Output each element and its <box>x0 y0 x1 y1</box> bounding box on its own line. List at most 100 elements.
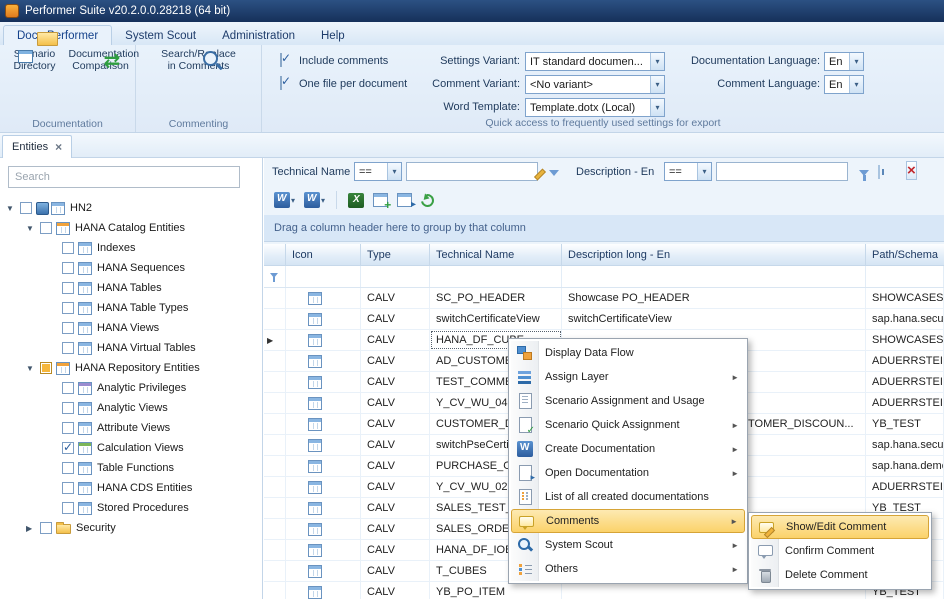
tree-item-hana-sequences[interactable]: HANA Sequences <box>0 258 262 278</box>
menu-item-others[interactable]: Others ► <box>511 557 745 581</box>
word-template-select[interactable]: Template.dotx (Local) ▾ <box>525 98 665 117</box>
menu-item-display-data-flow[interactable]: Display Data Flow <box>511 341 745 365</box>
filter-cell[interactable] <box>286 266 361 287</box>
export-excel-button[interactable] <box>346 191 366 210</box>
table-add-button[interactable] <box>371 191 390 209</box>
header-type[interactable]: Type <box>361 244 430 265</box>
tree-item-hn2[interactable]: ▼ HN2 <box>0 198 262 218</box>
tree-item-calculation-views[interactable]: Calculation Views <box>0 438 262 458</box>
technical-name-operator-select[interactable]: == ▾ <box>354 162 402 181</box>
filter-cell[interactable] <box>562 266 866 287</box>
scenario-directory-button[interactable]: Scenario Directory <box>3 47 67 72</box>
table-row[interactable]: CALV SC_PO_HEADER Showcase PO_HEADER SHO… <box>264 288 944 309</box>
create-documentation-button[interactable]: ▾ <box>272 190 297 210</box>
menu-item-confirm-comment[interactable]: Confirm Comment <box>751 539 929 563</box>
menu-item-scenario-quick-assignment[interactable]: Scenario Quick Assignment ► <box>511 413 745 437</box>
menu-item-scenario-assignment-and-usage[interactable]: Scenario Assignment and Usage <box>511 389 745 413</box>
chevron-down-icon[interactable]: ▾ <box>650 76 664 93</box>
menu-item-show-edit-comment[interactable]: Show/Edit Comment <box>751 515 929 539</box>
checkbox-icon[interactable] <box>62 342 74 354</box>
chevron-down-icon[interactable]: ▾ <box>321 196 325 205</box>
chevron-down-icon[interactable]: ▾ <box>650 99 664 116</box>
header-description-long[interactable]: Description long - En <box>562 244 866 265</box>
tree-item-hana-cds-entities[interactable]: HANA CDS Entities <box>0 478 262 498</box>
checkbox-icon[interactable] <box>62 322 74 334</box>
search-input[interactable] <box>8 166 240 188</box>
tree-item-indexes[interactable]: Indexes <box>0 238 262 258</box>
expander-open-icon[interactable]: ▼ <box>6 204 19 213</box>
tab-docu-performer[interactable]: Docu Performer <box>3 25 112 45</box>
tree-item-analytic-privileges[interactable]: Analytic Privileges <box>0 378 262 398</box>
chevron-down-icon[interactable]: ▾ <box>387 163 401 180</box>
tree-item-attribute-views[interactable]: Attribute Views <box>0 418 262 438</box>
include-comments-checkbox[interactable] <box>280 53 282 67</box>
comment-language-select[interactable]: En ▾ <box>824 75 864 94</box>
tree-item-table-functions[interactable]: Table Functions <box>0 458 262 478</box>
tree-item-analytic-views[interactable]: Analytic Views <box>0 398 262 418</box>
documentation-comparison-button[interactable]: Documentation Comparison <box>69 47 133 72</box>
chevron-down-icon[interactable]: ▾ <box>291 196 295 205</box>
chevron-down-icon[interactable]: ▾ <box>849 53 863 70</box>
description-operator-select[interactable]: == ▾ <box>664 162 712 181</box>
checkbox-icon[interactable] <box>62 262 74 274</box>
checkbox-icon[interactable] <box>40 522 52 534</box>
expander-open-icon[interactable]: ▼ <box>26 224 39 233</box>
tab-system-scout[interactable]: System Scout <box>112 26 209 45</box>
tree-item-hana-virtual-tables[interactable]: HANA Virtual Tables <box>0 338 262 358</box>
checkbox-icon[interactable] <box>62 282 74 294</box>
checkbox-icon[interactable] <box>62 382 74 394</box>
checkbox-icon[interactable] <box>40 222 52 234</box>
description-filter-input[interactable] <box>716 162 848 181</box>
header-technical-name[interactable]: Technical Name <box>430 244 562 265</box>
group-by-bar[interactable]: Drag a column header here to group by th… <box>264 215 944 242</box>
close-icon[interactable]: × <box>55 140 62 154</box>
menu-item-create-documentation[interactable]: Create Documentation ► <box>511 437 745 461</box>
search-replace-comments-button[interactable]: Search/Replace in Comments <box>161 47 237 72</box>
tree-item-stored-procedures[interactable]: Stored Procedures <box>0 498 262 518</box>
comment-variant-select[interactable]: <No variant> ▾ <box>525 75 665 94</box>
tree-item-hana-table-types[interactable]: HANA Table Types <box>0 298 262 318</box>
checkbox-icon[interactable] <box>62 462 74 474</box>
checkbox-icon[interactable] <box>62 242 74 254</box>
table-row[interactable]: CALV switchCertificateView switchCertifi… <box>264 309 944 330</box>
settings-variant-select[interactable]: IT standard documen... ▾ <box>525 52 665 71</box>
header-path-schema[interactable]: Path/Schema <box>866 244 944 265</box>
tree-item-hana-catalog-entities[interactable]: ▼ HANA Catalog Entities <box>0 218 262 238</box>
checkbox-icon[interactable] <box>62 422 74 434</box>
chevron-down-icon[interactable]: ▾ <box>650 53 664 70</box>
tree-item-security[interactable]: ▶ Security <box>0 518 262 538</box>
tab-entities[interactable]: Entities × <box>2 135 72 158</box>
expander-open-icon[interactable]: ▼ <box>26 364 39 373</box>
tree-item-hana-repository-entities[interactable]: ▼ HANA Repository Entities <box>0 358 262 378</box>
checkbox-icon[interactable] <box>20 202 32 214</box>
expander-closed-icon[interactable]: ▶ <box>26 524 39 533</box>
menu-item-assign-layer[interactable]: Assign Layer ► <box>511 365 745 389</box>
menu-item-delete-comment[interactable]: Delete Comment <box>751 563 929 587</box>
filter-cell[interactable] <box>361 266 430 287</box>
table-export-button[interactable] <box>395 191 414 209</box>
checkbox-icon[interactable] <box>62 402 74 414</box>
checkbox-icon[interactable] <box>62 502 74 514</box>
checkbox-icon[interactable] <box>62 302 74 314</box>
menu-item-list-of-all-created-documentations[interactable]: List of all created documentations <box>511 485 745 509</box>
checkbox-partial-icon[interactable] <box>40 362 52 374</box>
one-file-per-document-checkbox[interactable] <box>280 76 282 90</box>
tab-administration[interactable]: Administration <box>209 26 308 45</box>
header-icon[interactable]: Icon <box>286 244 361 265</box>
filter-cell[interactable] <box>430 266 562 287</box>
open-documentation-button[interactable]: ▾ <box>302 190 327 210</box>
filter-row-funnel[interactable] <box>264 266 286 287</box>
chevron-down-icon[interactable]: ▾ <box>697 163 711 180</box>
filter-panel-icon[interactable] <box>878 165 880 179</box>
tree-item-hana-views[interactable]: HANA Views <box>0 318 262 338</box>
menu-item-comments[interactable]: Comments ► <box>511 509 745 533</box>
refresh-button[interactable] <box>419 192 436 209</box>
clear-filter-icon[interactable]: × <box>906 161 917 180</box>
filter-cell[interactable] <box>866 266 944 287</box>
checkbox-checked-icon[interactable] <box>62 442 74 454</box>
tab-help[interactable]: Help <box>308 26 358 45</box>
documentation-language-select[interactable]: En ▾ <box>824 52 864 71</box>
chevron-down-icon[interactable]: ▾ <box>849 76 863 93</box>
technical-name-filter-input[interactable] <box>406 162 538 181</box>
tree-item-hana-tables[interactable]: HANA Tables <box>0 278 262 298</box>
